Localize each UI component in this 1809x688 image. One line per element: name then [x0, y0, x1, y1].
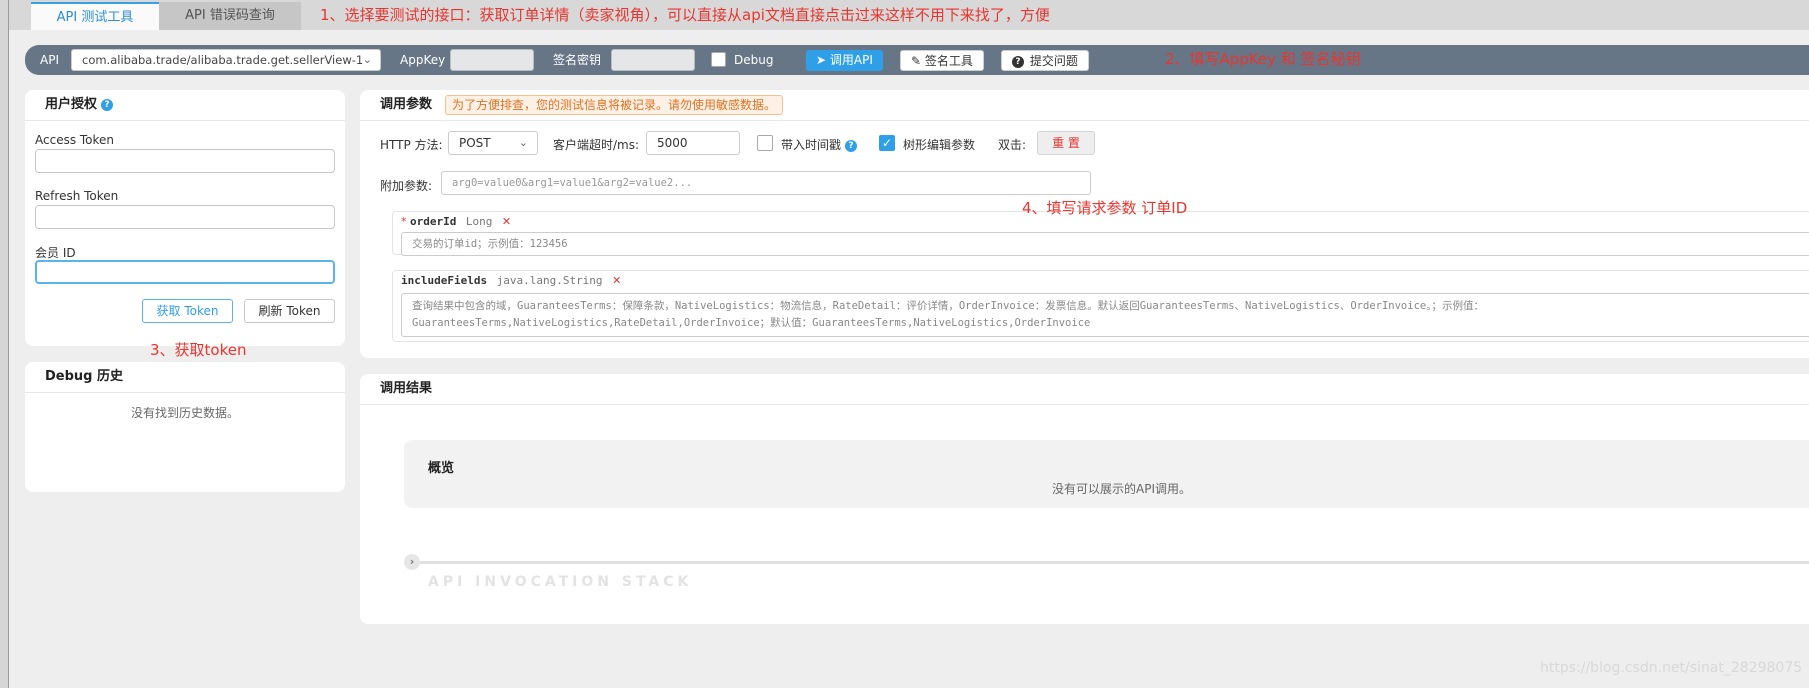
divider [25, 392, 345, 393]
api-label: API [40, 53, 59, 67]
auth-title-text: 用户授权 [45, 97, 98, 112]
invocation-stack-label: API INVOCATION STACK [428, 574, 693, 590]
secret-input[interactable] [611, 49, 695, 71]
access-token-label: Access Token [35, 133, 115, 147]
divider [25, 120, 345, 121]
timeout-input[interactable]: 5000 [646, 131, 740, 155]
reset-button[interactable]: 重 置 [1037, 131, 1095, 155]
edit-icon: ✎ [911, 54, 922, 68]
overview-title: 概览 [428, 461, 455, 476]
divider [360, 120, 1809, 121]
params-panel: 调用参数 为了方便排查，您的测试信息将被记录。请勿使用敏感数据。 HTTP 方法… [360, 90, 1809, 358]
invoke-api-label: 调用API [829, 53, 873, 67]
submit-issue-label: 提交问题 [1029, 54, 1078, 68]
sign-tool-label: 签名工具 [924, 54, 973, 68]
overview-card: 概览 没有可以展示的API调用。 [404, 440, 1809, 508]
auth-panel: 用户授权? Access Token Refresh Token 会员 ID 获… [25, 90, 345, 346]
timestamp-label: 带入时间戳? [781, 136, 858, 153]
remove-param-icon[interactable]: ✕ [612, 274, 621, 287]
result-title: 调用结果 [380, 381, 433, 396]
member-id-input[interactable] [35, 260, 335, 284]
param-header: includeFields java.lang.String ✕ [401, 274, 621, 287]
help-icon[interactable]: ? [845, 140, 858, 152]
annotation-step-3: 3、获取token [150, 341, 247, 359]
annotation-step-4: 4、填写请求参数 订单ID [1022, 199, 1188, 217]
chevron-right-icon[interactable]: › [404, 554, 420, 570]
extra-params-input[interactable]: arg0=value0&arg1=value1&arg2=value2... [441, 171, 1091, 195]
tree-edit-label: 树形编辑参数 [903, 138, 976, 152]
refresh-token-input[interactable] [35, 205, 335, 229]
refresh-token-button[interactable]: 刷新 Token [244, 299, 335, 323]
result-panel: 调用结果 概览 没有可以展示的API调用。 › API INVOCATION S… [360, 374, 1809, 624]
send-icon: ➤ [816, 53, 827, 67]
debug-history-title: Debug 历史 [45, 369, 124, 384]
placeholder-line: 查询结果中包含的域，GuaranteesTerms：保障条款，NativeLog… [412, 300, 1484, 312]
debug-checkbox[interactable] [711, 52, 726, 67]
includeFields-input[interactable]: 查询结果中包含的域，GuaranteesTerms：保障条款，NativeLog… [401, 293, 1809, 337]
chevron-down-icon: ⌄ [518, 136, 528, 149]
invocation-stack-track [404, 561, 1809, 564]
window-left-edge [0, 0, 9, 688]
param-name: orderId [410, 215, 457, 228]
api-select-value: com.alibaba.trade/alibaba.trade.get.sell… [82, 53, 364, 67]
http-method-value: POST [459, 136, 491, 150]
help-icon[interactable]: ? [101, 99, 114, 111]
chevron-down-icon: ⌄ [362, 53, 372, 66]
timestamp-label-text: 带入时间戳 [781, 138, 842, 152]
tree-edit-checkbox[interactable]: ✓ [879, 135, 895, 151]
appkey-label: AppKey [400, 53, 446, 67]
placeholder-line: GuaranteesTerms,NativeLogistics,RateDeta… [412, 317, 1091, 329]
invoke-api-button[interactable]: ➤ 调用API [806, 50, 883, 71]
timeout-label: 客户端超时/ms: [553, 138, 640, 152]
http-method-label: HTTP 方法: [380, 138, 443, 152]
api-toolbar: API com.alibaba.trade/alibaba.trade.get.… [25, 45, 1809, 75]
double-click-label: 双击: [998, 138, 1027, 152]
http-method-select[interactable]: POST ⌄ [448, 131, 538, 155]
tab-api-error-codes[interactable]: API 错误码查询 [159, 2, 301, 30]
debug-label: Debug [734, 53, 774, 67]
api-select[interactable]: com.alibaba.trade/alibaba.trade.get.sell… [71, 49, 381, 71]
param-name: includeFields [401, 274, 488, 287]
auth-panel-title: 用户授权? [45, 90, 114, 120]
required-mark: * [401, 215, 407, 228]
debug-history-panel: Debug 历史 没有找到历史数据。 [25, 362, 345, 492]
submit-issue-button[interactable]: ? 提交问题 [1001, 50, 1089, 71]
param-type: java.lang.String [496, 274, 603, 287]
param-type: Long [465, 215, 493, 228]
member-id-label: 会员 ID [35, 246, 76, 260]
param-header: * orderId Long ✕ [401, 215, 511, 228]
extra-params-label: 附加参数: [380, 179, 433, 193]
divider [360, 404, 1809, 405]
annotation-step-1: 1、选择要测试的接口：获取订单详情（卖家视角），可以直接从api文档直接点击过来… [320, 6, 1050, 24]
secret-label: 签名密钥 [553, 53, 602, 67]
privacy-warning-badge: 为了方便排查，您的测试信息将被记录。请勿使用敏感数据。 [445, 95, 784, 115]
overview-empty-text: 没有可以展示的API调用。 [1052, 482, 1191, 496]
appkey-input[interactable] [450, 49, 534, 71]
watermark: https://blog.csdn.net/sinat_28298075 [1540, 660, 1803, 676]
access-token-input[interactable] [35, 149, 335, 173]
timestamp-checkbox[interactable] [757, 135, 773, 151]
refresh-token-label: Refresh Token [35, 189, 119, 203]
orderId-input[interactable]: 交易的订单id；示例值：123456 [401, 232, 1809, 256]
remove-param-icon[interactable]: ✕ [502, 215, 511, 228]
get-token-button[interactable]: 获取 Token [142, 299, 233, 323]
param-includeFields: includeFields java.lang.String ✕ 查询结果中包含… [392, 270, 1809, 342]
question-icon: ? [1012, 56, 1024, 68]
sign-tool-button[interactable]: ✎ 签名工具 [900, 50, 984, 71]
annotation-step-2: 2、填写AppKey 和 签名秘钥 [1165, 50, 1361, 68]
tab-api-test-tool[interactable]: API 测试工具 [31, 2, 159, 30]
history-empty-text: 没有找到历史数据。 [130, 406, 239, 420]
params-title: 调用参数 [380, 97, 433, 112]
